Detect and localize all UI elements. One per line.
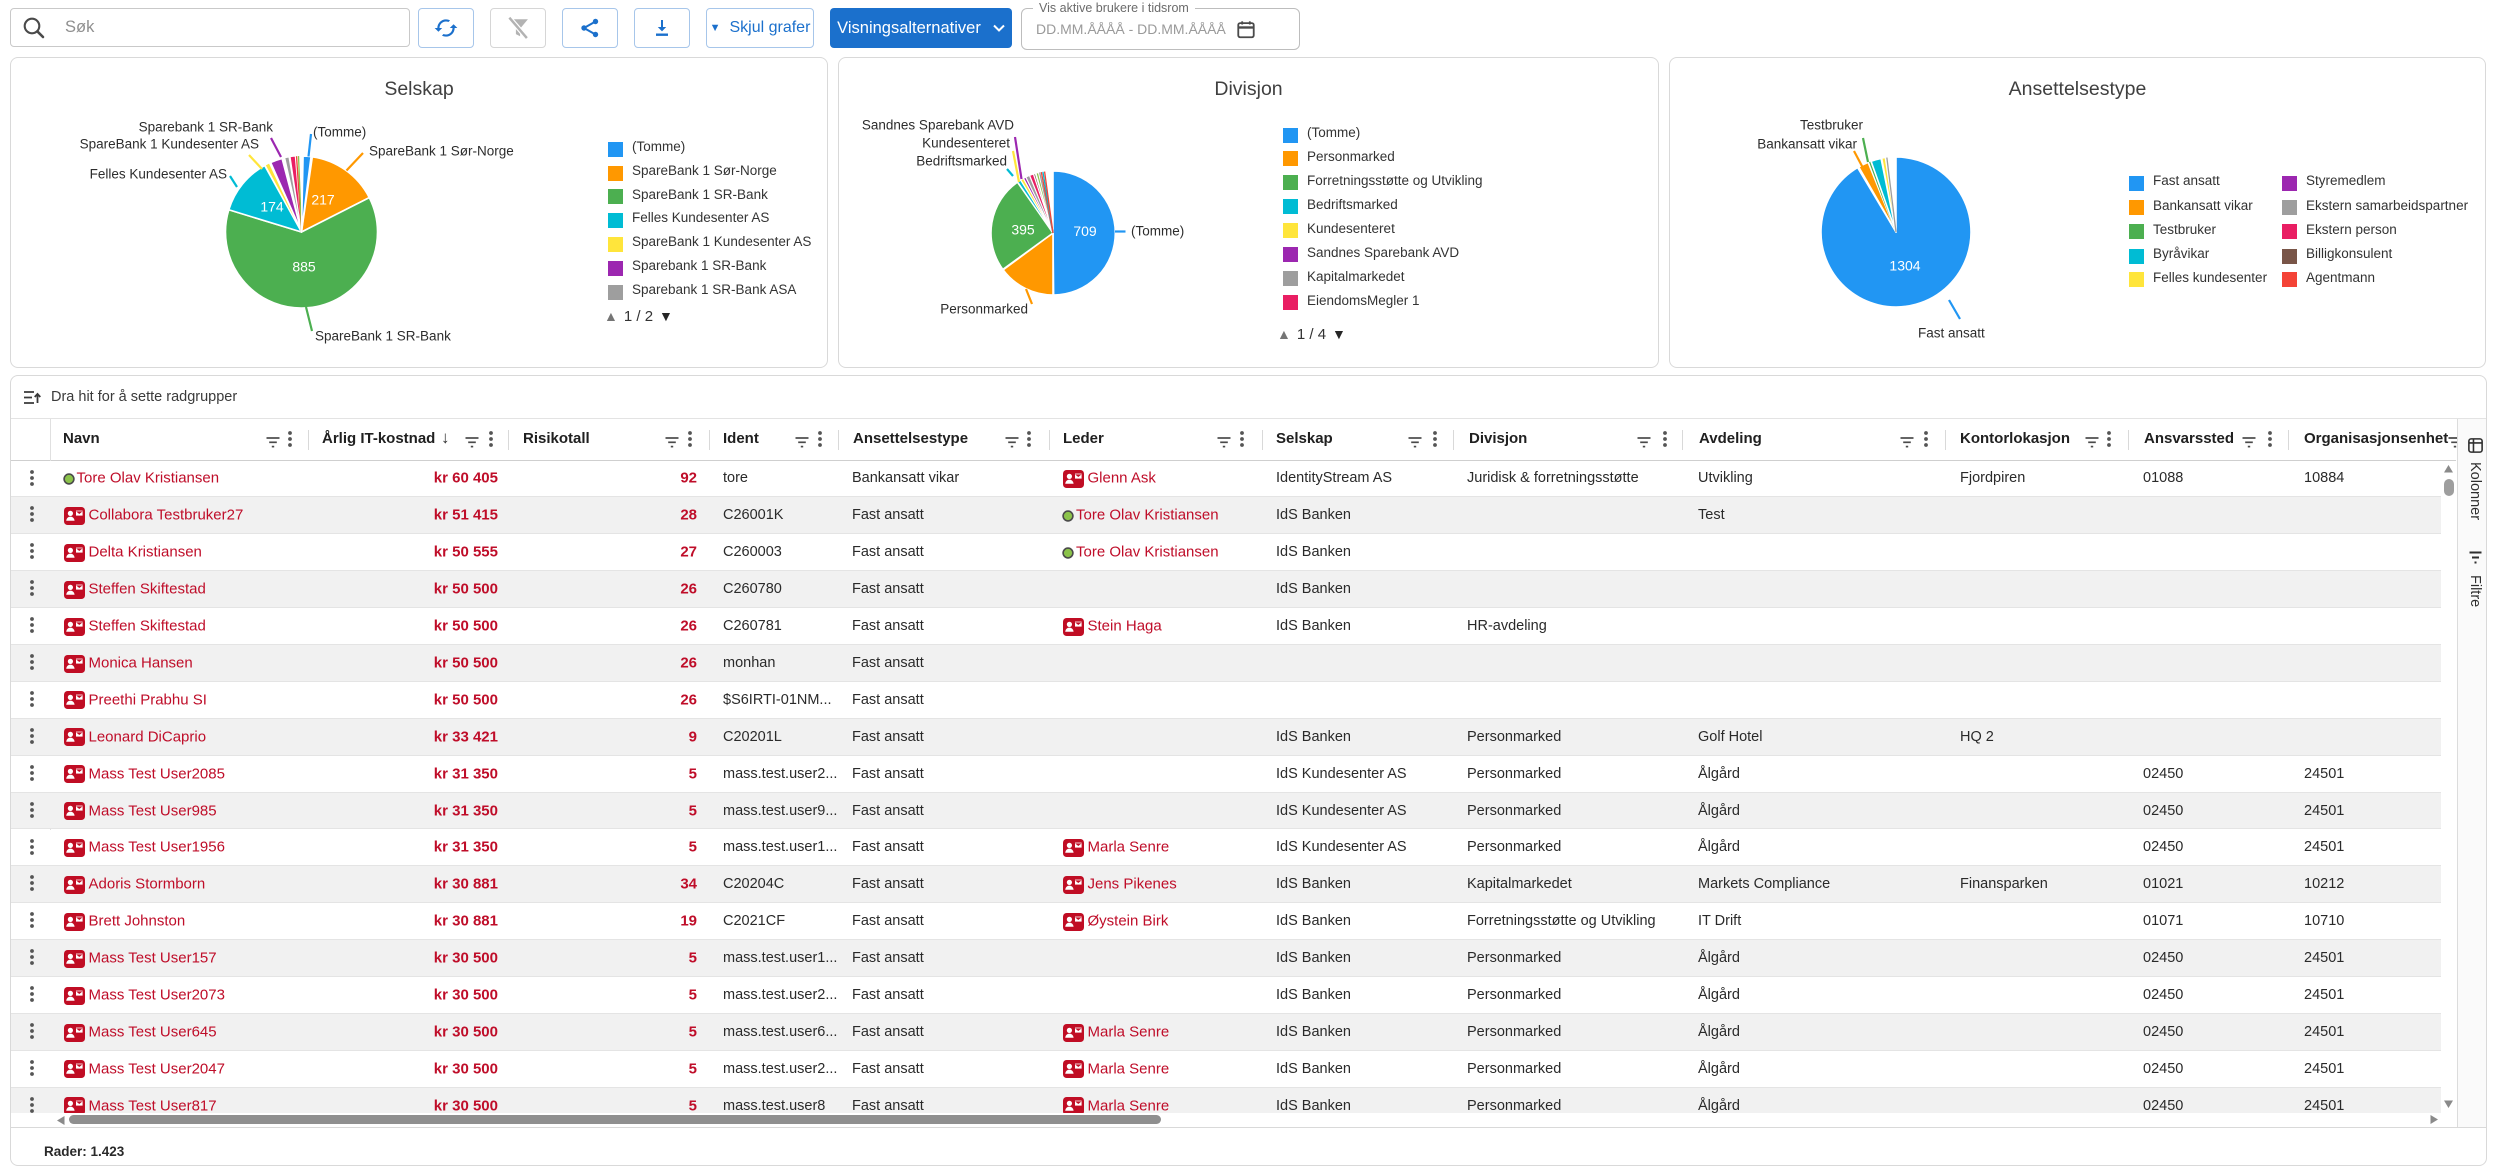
svg-text:(Tomme): (Tomme)	[313, 125, 366, 140]
svg-text:SpareBank 1 SR-Bank: SpareBank 1 SR-Bank	[315, 329, 451, 344]
svg-text:Fast ansatt: Fast ansatt	[1918, 326, 1985, 341]
svg-text:Sparebank 1 SR-Bank: Sparebank 1 SR-Bank	[139, 120, 274, 135]
svg-text:Personmarked: Personmarked	[940, 302, 1028, 317]
svg-text:Kundesenteret: Kundesenteret	[922, 136, 1010, 151]
svg-text:174: 174	[260, 199, 284, 215]
svg-text:885: 885	[292, 259, 316, 275]
svg-text:395: 395	[1011, 222, 1035, 238]
svg-text:Testbruker: Testbruker	[1800, 118, 1864, 133]
svg-text:1304: 1304	[1889, 258, 1920, 274]
svg-text:SpareBank 1 Sør-Norge: SpareBank 1 Sør-Norge	[369, 144, 514, 159]
svg-text:217: 217	[311, 192, 335, 208]
svg-text:(Tomme): (Tomme)	[1131, 224, 1184, 239]
svg-text:Felles Kundesenter AS: Felles Kundesenter AS	[90, 167, 227, 182]
svg-text:709: 709	[1073, 223, 1097, 239]
svg-text:Bankansatt vikar: Bankansatt vikar	[1757, 137, 1857, 152]
svg-text:Sandnes Sparebank AVD: Sandnes Sparebank AVD	[862, 118, 1014, 133]
svg-text:SpareBank 1 Kundesenter AS: SpareBank 1 Kundesenter AS	[80, 137, 259, 152]
svg-text:Bedriftsmarked: Bedriftsmarked	[916, 154, 1007, 169]
